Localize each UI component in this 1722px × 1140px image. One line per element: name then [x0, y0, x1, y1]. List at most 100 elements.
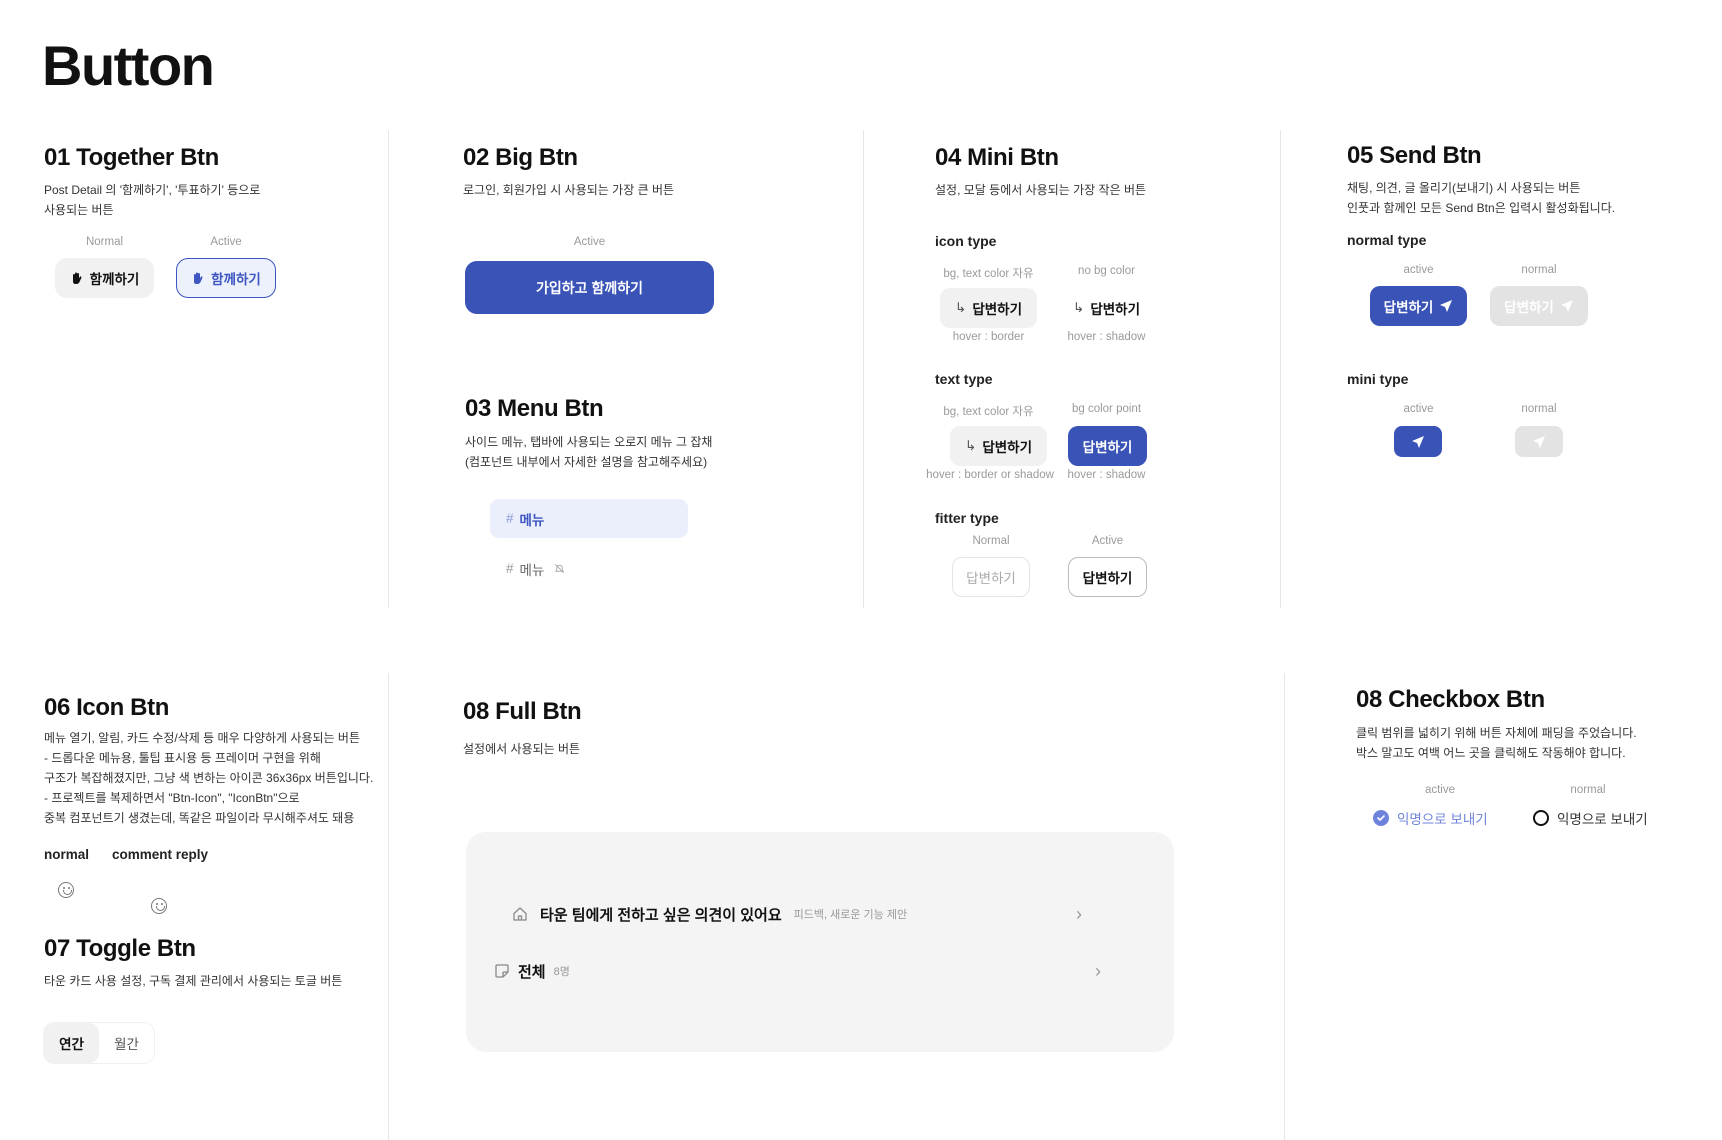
emoji-icon[interactable]	[58, 882, 74, 898]
checkbox-label: 익명으로 보내기	[1557, 812, 1648, 827]
label-active: Active	[573, 236, 606, 248]
anonymous-checkbox-normal[interactable]: 익명으로 보내기	[1533, 808, 1648, 828]
send-icon	[1533, 435, 1545, 448]
reply-button-text-bg[interactable]: ↳ 답변하기	[950, 426, 1047, 466]
chevron-right-icon: ›	[1095, 960, 1101, 981]
toggle-option-yearly[interactable]: 연간	[44, 1023, 99, 1063]
label-bg-point: bg color point	[1071, 403, 1142, 415]
together-button-active[interactable]: 함께하기	[176, 258, 276, 298]
reply-label: 답변하기	[1090, 302, 1140, 317]
menu-button-normal[interactable]: # 메뉴	[490, 549, 688, 588]
hover-note: hover : shadow	[1067, 331, 1146, 343]
empty-circle-icon	[1533, 810, 1549, 826]
bell-off-icon	[555, 564, 565, 573]
label-active: active	[1403, 403, 1434, 415]
full-button-label: 전체	[518, 963, 546, 981]
label-normal: normal	[1521, 403, 1557, 415]
section-title-full: 08 Full Btn	[463, 698, 582, 725]
section-title-mini: 04 Mini Btn	[935, 144, 1059, 171]
hash-icon: #	[506, 561, 514, 576]
send-icon	[1440, 300, 1453, 312]
chevron-right-icon: ›	[1076, 903, 1082, 924]
section-title-menu: 03 Menu Btn	[465, 395, 604, 422]
subtitle-icon-type: icon type	[935, 233, 997, 249]
send-icon	[1560, 300, 1573, 312]
anonymous-checkbox-active[interactable]: 익명으로 보내기	[1373, 808, 1488, 828]
label-normal: normal	[1521, 264, 1557, 276]
hand-icon	[194, 272, 203, 284]
check-circle-icon	[1373, 810, 1389, 826]
reply-button-icon-bg[interactable]: ↳ 답변하기	[940, 288, 1037, 328]
menu-label: 메뉴	[519, 512, 545, 528]
hand-icon	[72, 272, 82, 284]
full-button-label: 타운 팀에게 전하고 싶은 의견이 있어요	[540, 906, 782, 924]
divider	[388, 130, 389, 608]
send-label: 답변하기	[1504, 300, 1554, 315]
section-desc-toggle: 타운 카드 사용 설정, 구독 결제 관리에서 사용되는 토글 버튼	[44, 974, 343, 988]
together-button-label: 함께하기	[211, 272, 261, 287]
hover-note: hover : border	[952, 331, 1025, 343]
full-button-sublabel: 피드백, 새로운 기능 제안	[793, 909, 908, 921]
emoji-icon[interactable]	[151, 898, 167, 914]
hover-note: hover : shadow	[1067, 469, 1146, 481]
divider	[1280, 130, 1281, 608]
page-title: Button	[42, 34, 215, 97]
reply-label: 답변하기	[972, 302, 1022, 317]
reply-arrow-icon: ↳	[1073, 300, 1085, 315]
divider	[863, 130, 864, 608]
subtitle-mini-type: mini type	[1347, 371, 1409, 387]
menu-label: 메뉴	[519, 562, 545, 578]
home-icon	[513, 907, 527, 921]
send-button-active[interactable]: 답변하기	[1370, 286, 1467, 326]
label-bg-free: bg, text color 자유	[943, 268, 1034, 280]
checkbox-label: 익명으로 보내기	[1397, 812, 1488, 827]
label-bg-free: bg, text color 자유	[943, 406, 1034, 418]
label-normal: normal	[1570, 784, 1606, 796]
send-label: 답변하기	[1383, 300, 1434, 315]
section-desc-icon: 메뉴 열기, 알림, 카드 수정/삭제 등 매우 다양하게 사용되는 버튼 - …	[44, 731, 374, 825]
subtitle-normal-type: normal type	[1347, 232, 1427, 248]
send-icon	[1412, 435, 1424, 448]
send-mini-button-normal[interactable]	[1515, 426, 1563, 457]
subtitle-filter-type: fitter type	[935, 510, 999, 526]
section-desc-full: 설정에서 사용되는 버튼	[463, 742, 581, 756]
filter-button-active[interactable]: 답변하기	[1068, 557, 1147, 597]
reply-arrow-icon: ↳	[965, 438, 977, 453]
section-desc-together: Post Detail 의 '함께하기', '투표하기' 등으로 사용되는 버튼	[44, 183, 261, 217]
label-normal: Normal	[85, 236, 124, 248]
label-active: Active	[210, 236, 242, 248]
section-title-toggle: 07 Toggle Btn	[44, 935, 196, 962]
label-active: active	[1403, 264, 1434, 276]
section-desc-send: 채팅, 의견, 글 올리기(보내기) 시 사용되는 버튼 인풋과 함께인 모든 …	[1347, 181, 1616, 215]
together-button-normal[interactable]: 함께하기	[55, 258, 154, 298]
reply-arrow-icon: ↳	[955, 300, 967, 315]
label-active: active	[1424, 784, 1456, 796]
filter-button-normal[interactable]: 답변하기	[952, 557, 1030, 597]
full-button-card	[466, 832, 1174, 1052]
label-normal: Normal	[972, 535, 1010, 547]
section-title-big: 02 Big Btn	[463, 144, 578, 171]
section-desc-menu: 사이드 메뉴, 탭바에 사용되는 오로지 메뉴 그 잡채 (컴포넌트 내부에서 …	[465, 435, 713, 469]
subtitle-text-type: text type	[935, 371, 993, 387]
reply-button-point[interactable]: 답변하기	[1068, 426, 1147, 466]
hash-icon: #	[506, 511, 514, 526]
send-button-normal[interactable]: 답변하기	[1490, 286, 1588, 326]
send-mini-button-active[interactable]	[1394, 426, 1442, 457]
section-title-checkbox: 08 Checkbox Btn	[1356, 686, 1545, 713]
section-title-together: 01 Together Btn	[44, 144, 219, 171]
full-button-count: 8명	[553, 966, 570, 978]
toggle-group: 연간 월간	[44, 1023, 154, 1063]
section-desc-checkbox: 클릭 범위를 넓히기 위해 버튼 자체에 패딩을 주었습니다. 박스 말고도 여…	[1356, 726, 1637, 760]
toggle-option-monthly[interactable]: 월간	[99, 1023, 154, 1063]
reply-button-icon-nobg[interactable]: ↳ 답변하기	[1058, 288, 1155, 328]
sticker-icon	[495, 964, 509, 978]
section-title-send: 05 Send Btn	[1347, 142, 1482, 169]
divider	[388, 673, 389, 1140]
full-button-feedback[interactable]: 타운 팀에게 전하고 싶은 의견이 있어요 피드백, 새로운 기능 제안 ›	[512, 900, 1082, 928]
label-active: Active	[1091, 535, 1124, 547]
section-title-icon: 06 Icon Btn	[44, 694, 169, 721]
signup-button[interactable]: 가입하고 함께하기	[465, 261, 714, 314]
menu-button-active[interactable]: # 메뉴	[490, 499, 688, 538]
together-button-label: 함께하기	[89, 272, 140, 287]
full-button-all[interactable]: 전체 8명 ›	[494, 957, 1101, 985]
